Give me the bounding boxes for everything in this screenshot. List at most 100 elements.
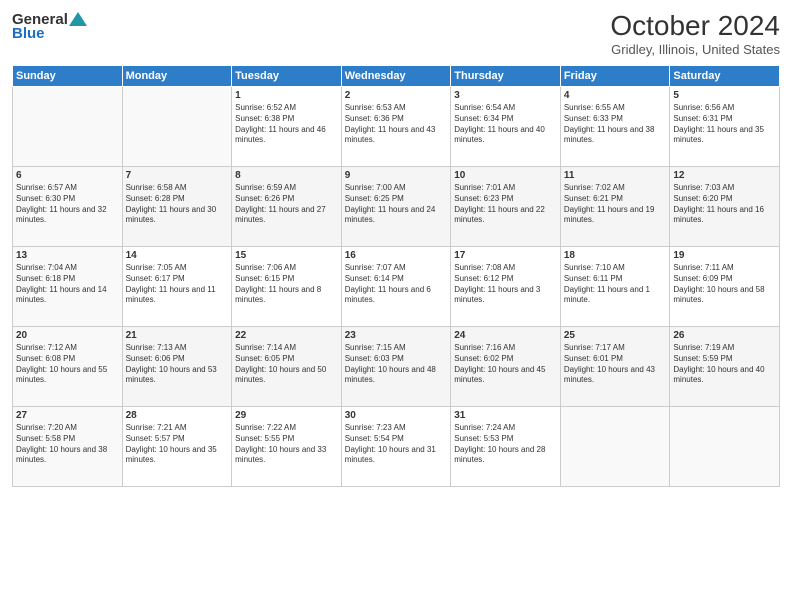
- day-number: 10: [454, 170, 557, 181]
- day-info: Sunrise: 7:17 AM Sunset: 6:01 PM Dayligh…: [564, 343, 667, 386]
- day-info: Sunrise: 7:12 AM Sunset: 6:08 PM Dayligh…: [16, 343, 119, 386]
- calendar-cell: 10 Sunrise: 7:01 AM Sunset: 6:23 PM Dayli…: [451, 167, 561, 247]
- calendar-cell: 23 Sunrise: 7:15 AM Sunset: 6:03 PM Dayli…: [341, 327, 451, 407]
- week-row-1: 6Sunrise: 6:57 AM Sunset: 6:30 PM Daylig…: [13, 167, 780, 247]
- calendar-cell: 30 Sunrise: 7:23 AM Sunset: 5:54 PM Dayli…: [341, 407, 451, 487]
- day-info: Sunrise: 7:23 AM Sunset: 5:54 PM Dayligh…: [345, 423, 448, 466]
- day-number: 3: [454, 90, 557, 101]
- day-info: Sunrise: 7:16 AM Sunset: 6:02 PM Dayligh…: [454, 343, 557, 386]
- day-info: Sunrise: 7:04 AM Sunset: 6:18 PM Dayligh…: [16, 263, 119, 306]
- day-number: 16: [345, 250, 448, 261]
- calendar-cell: 12 Sunrise: 7:03 AM Sunset: 6:20 PM Dayli…: [670, 167, 780, 247]
- logo: General Blue: [12, 10, 88, 42]
- header-wednesday: Wednesday: [341, 66, 451, 87]
- day-info: Sunrise: 7:19 AM Sunset: 5:59 PM Dayligh…: [673, 343, 776, 386]
- calendar-cell: [670, 407, 780, 487]
- calendar-cell: 11 Sunrise: 7:02 AM Sunset: 6:21 PM Dayli…: [560, 167, 670, 247]
- day-number: 25: [564, 330, 667, 341]
- day-info: Sunrise: 7:10 AM Sunset: 6:11 PM Dayligh…: [564, 263, 667, 306]
- day-number: 7: [126, 170, 229, 181]
- week-row-0: 1 Sunrise: 6:52 AM Sunset: 6:38 PM Daylig…: [13, 87, 780, 167]
- calendar-cell: 4 Sunrise: 6:55 AM Sunset: 6:33 PM Daylig…: [560, 87, 670, 167]
- day-info: Sunrise: 7:13 AM Sunset: 6:06 PM Dayligh…: [126, 343, 229, 386]
- day-info: Sunrise: 6:59 AM Sunset: 6:26 PM Dayligh…: [235, 183, 338, 226]
- day-info: Sunrise: 6:56 AM Sunset: 6:31 PM Dayligh…: [673, 103, 776, 146]
- day-number: 28: [126, 410, 229, 421]
- calendar-cell: 9Sunrise: 7:00 AM Sunset: 6:25 PM Daylig…: [341, 167, 451, 247]
- calendar-cell: 21Sunrise: 7:13 AM Sunset: 6:06 PM Dayli…: [122, 327, 232, 407]
- day-number: 11: [564, 170, 667, 181]
- day-info: Sunrise: 7:05 AM Sunset: 6:17 PM Dayligh…: [126, 263, 229, 306]
- calendar-cell: 15Sunrise: 7:06 AM Sunset: 6:15 PM Dayli…: [232, 247, 342, 327]
- calendar-cell: 18 Sunrise: 7:10 AM Sunset: 6:11 PM Dayli…: [560, 247, 670, 327]
- calendar-cell: 2 Sunrise: 6:53 AM Sunset: 6:36 PM Daylig…: [341, 87, 451, 167]
- day-info: Sunrise: 7:01 AM Sunset: 6:23 PM Dayligh…: [454, 183, 557, 226]
- calendar-cell: 22Sunrise: 7:14 AM Sunset: 6:05 PM Dayli…: [232, 327, 342, 407]
- page-container: General Blue October 2024 Gridley, Illin…: [0, 0, 792, 612]
- calendar-cell: 14 Sunrise: 7:05 AM Sunset: 6:17 PM Dayli…: [122, 247, 232, 327]
- month-title: October 2024: [610, 10, 780, 42]
- day-info: Sunrise: 7:20 AM Sunset: 5:58 PM Dayligh…: [16, 423, 119, 466]
- day-number: 14: [126, 250, 229, 261]
- day-number: 30: [345, 410, 448, 421]
- calendar-cell: 24 Sunrise: 7:16 AM Sunset: 6:02 PM Dayli…: [451, 327, 561, 407]
- day-number: 23: [345, 330, 448, 341]
- day-info: Sunrise: 6:58 AM Sunset: 6:28 PM Dayligh…: [126, 183, 229, 226]
- calendar-cell: 5 Sunrise: 6:56 AM Sunset: 6:31 PM Daylig…: [670, 87, 780, 167]
- header: General Blue October 2024 Gridley, Illin…: [12, 10, 780, 57]
- day-info: Sunrise: 7:21 AM Sunset: 5:57 PM Dayligh…: [126, 423, 229, 466]
- calendar-cell: 1 Sunrise: 6:52 AM Sunset: 6:38 PM Daylig…: [232, 87, 342, 167]
- calendar-cell: 28 Sunrise: 7:21 AM Sunset: 5:57 PM Dayli…: [122, 407, 232, 487]
- day-number: 13: [16, 250, 119, 261]
- calendar: Sunday Monday Tuesday Wednesday Thursday…: [12, 65, 780, 487]
- header-thursday: Thursday: [451, 66, 561, 87]
- day-info: Sunrise: 6:54 AM Sunset: 6:34 PM Dayligh…: [454, 103, 557, 146]
- header-saturday: Saturday: [670, 66, 780, 87]
- day-number: 27: [16, 410, 119, 421]
- calendar-cell: [122, 87, 232, 167]
- calendar-cell: 19Sunrise: 7:11 AM Sunset: 6:09 PM Dayli…: [670, 247, 780, 327]
- day-info: Sunrise: 6:53 AM Sunset: 6:36 PM Dayligh…: [345, 103, 448, 146]
- day-number: 24: [454, 330, 557, 341]
- day-number: 8: [235, 170, 338, 181]
- title-section: October 2024 Gridley, Illinois, United S…: [610, 10, 780, 57]
- location: Gridley, Illinois, United States: [610, 42, 780, 57]
- calendar-cell: 8 Sunrise: 6:59 AM Sunset: 6:26 PM Daylig…: [232, 167, 342, 247]
- calendar-cell: 25 Sunrise: 7:17 AM Sunset: 6:01 PM Dayli…: [560, 327, 670, 407]
- header-monday: Monday: [122, 66, 232, 87]
- calendar-cell: 7 Sunrise: 6:58 AM Sunset: 6:28 PM Daylig…: [122, 167, 232, 247]
- day-number: 26: [673, 330, 776, 341]
- calendar-cell: [13, 87, 123, 167]
- week-row-3: 20 Sunrise: 7:12 AM Sunset: 6:08 PM Dayli…: [13, 327, 780, 407]
- day-number: 31: [454, 410, 557, 421]
- day-number: 20: [16, 330, 119, 341]
- day-number: 19: [673, 250, 776, 261]
- calendar-cell: 29Sunrise: 7:22 AM Sunset: 5:55 PM Dayli…: [232, 407, 342, 487]
- day-number: 1: [235, 90, 338, 101]
- day-number: 2: [345, 90, 448, 101]
- week-row-4: 27 Sunrise: 7:20 AM Sunset: 5:58 PM Dayli…: [13, 407, 780, 487]
- day-info: Sunrise: 7:02 AM Sunset: 6:21 PM Dayligh…: [564, 183, 667, 226]
- day-number: 18: [564, 250, 667, 261]
- day-number: 12: [673, 170, 776, 181]
- day-info: Sunrise: 7:14 AM Sunset: 6:05 PM Dayligh…: [235, 343, 338, 386]
- calendar-cell: 27 Sunrise: 7:20 AM Sunset: 5:58 PM Dayli…: [13, 407, 123, 487]
- logo-blue: Blue: [12, 25, 88, 42]
- day-info: Sunrise: 7:08 AM Sunset: 6:12 PM Dayligh…: [454, 263, 557, 306]
- calendar-cell: 3 Sunrise: 6:54 AM Sunset: 6:34 PM Daylig…: [451, 87, 561, 167]
- day-number: 5: [673, 90, 776, 101]
- calendar-cell: 13 Sunrise: 7:04 AM Sunset: 6:18 PM Dayli…: [13, 247, 123, 327]
- day-number: 9: [345, 170, 448, 181]
- day-info: Sunrise: 6:57 AM Sunset: 6:30 PM Dayligh…: [16, 183, 119, 226]
- calendar-cell: 16Sunrise: 7:07 AM Sunset: 6:14 PM Dayli…: [341, 247, 451, 327]
- header-friday: Friday: [560, 66, 670, 87]
- day-info: Sunrise: 7:03 AM Sunset: 6:20 PM Dayligh…: [673, 183, 776, 226]
- day-number: 15: [235, 250, 338, 261]
- day-info: Sunrise: 7:15 AM Sunset: 6:03 PM Dayligh…: [345, 343, 448, 386]
- day-info: Sunrise: 7:24 AM Sunset: 5:53 PM Dayligh…: [454, 423, 557, 466]
- calendar-cell: 31 Sunrise: 7:24 AM Sunset: 5:53 PM Dayli…: [451, 407, 561, 487]
- calendar-cell: 26 Sunrise: 7:19 AM Sunset: 5:59 PM Dayli…: [670, 327, 780, 407]
- day-info: Sunrise: 6:52 AM Sunset: 6:38 PM Dayligh…: [235, 103, 338, 146]
- day-info: Sunrise: 6:55 AM Sunset: 6:33 PM Dayligh…: [564, 103, 667, 146]
- day-number: 4: [564, 90, 667, 101]
